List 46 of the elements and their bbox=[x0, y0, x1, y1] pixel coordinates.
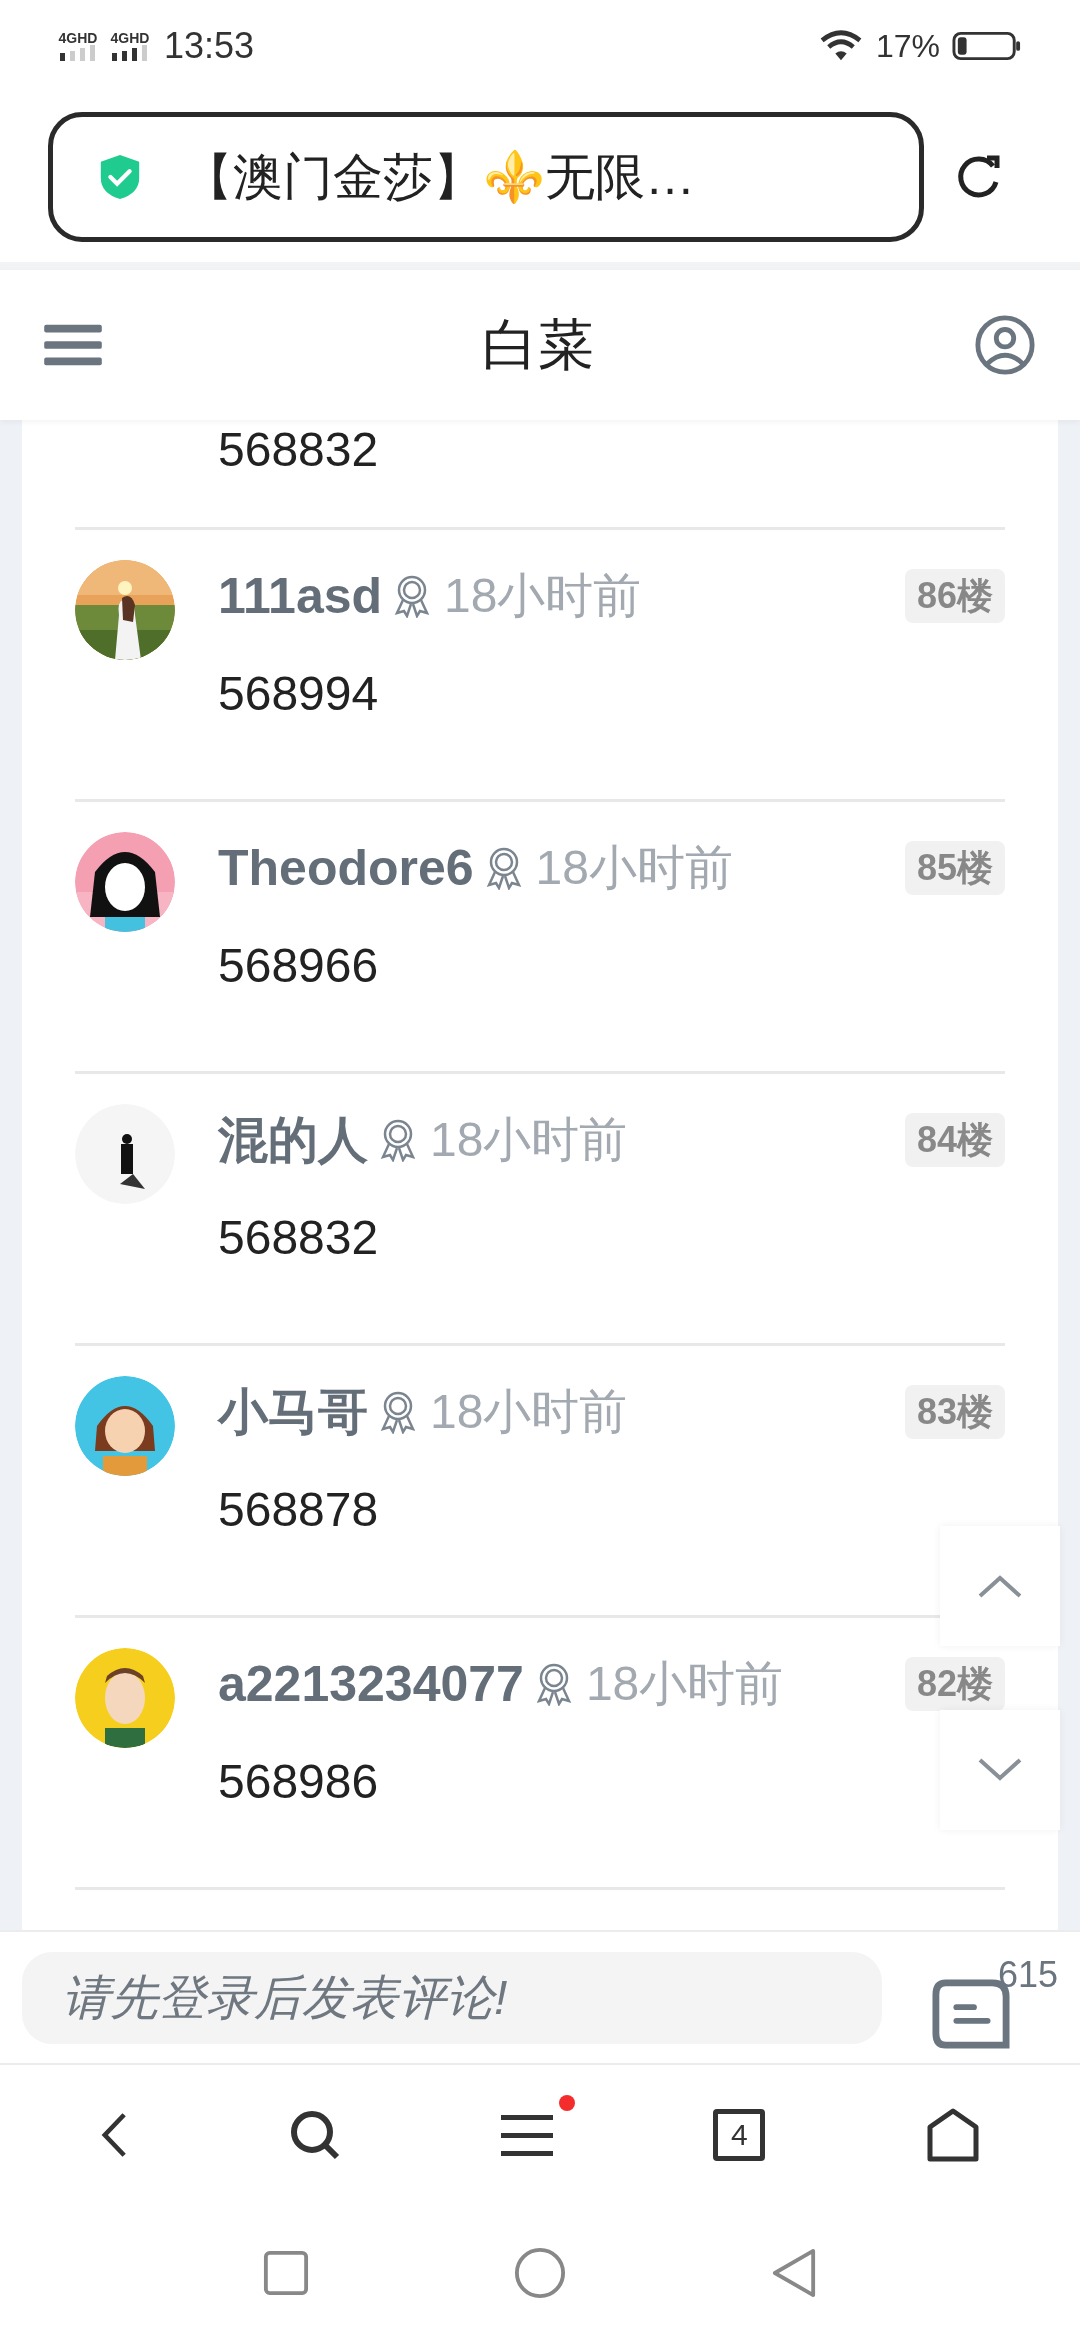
battery-percent: 17% bbox=[875, 27, 940, 66]
back-triangle-icon[interactable] bbox=[771, 2247, 818, 2298]
chevron-up-icon bbox=[978, 1574, 1022, 1598]
comment-input[interactable]: 请先登录后发表评论! bbox=[22, 1951, 882, 2044]
medal-icon bbox=[378, 1118, 418, 1162]
comment-time: 18小时前 bbox=[585, 1656, 784, 1712]
page-heading: 白菜 bbox=[482, 312, 594, 378]
tabs-button[interactable]: 4 bbox=[713, 2109, 766, 2161]
username[interactable]: 混的人 bbox=[218, 1102, 368, 1178]
floor-number: 86楼 bbox=[904, 569, 1005, 623]
comment-time: 18小时前 bbox=[430, 1112, 628, 1168]
comment-time: 18小时前 bbox=[430, 1384, 628, 1440]
username[interactable]: Theodore6 bbox=[218, 830, 474, 906]
page-title: 【澳门金莎】⚜无限… bbox=[183, 147, 695, 207]
signal-icon bbox=[110, 45, 150, 61]
search-icon[interactable] bbox=[288, 2109, 341, 2161]
username[interactable]: 小马哥 bbox=[218, 1374, 368, 1450]
comment-text: 568966 bbox=[218, 938, 379, 994]
floor-number: 83楼 bbox=[904, 1385, 1005, 1439]
comment-text: 568832 bbox=[218, 422, 380, 478]
username[interactable]: a2213234077 bbox=[218, 1646, 524, 1722]
comment-text: 568986 bbox=[218, 1754, 379, 1810]
home-circle-icon[interactable] bbox=[514, 2246, 566, 2299]
home-icon[interactable] bbox=[925, 2107, 980, 2163]
back-icon[interactable] bbox=[100, 2112, 129, 2158]
network-label: 4GHD bbox=[58, 31, 98, 45]
floor-number: 84楼 bbox=[904, 1113, 1005, 1167]
recents-icon[interactable] bbox=[262, 2249, 309, 2296]
comment-text: 568832 bbox=[218, 1210, 379, 1266]
comment-text: 568994 bbox=[218, 666, 379, 722]
user-icon[interactable] bbox=[974, 314, 1036, 376]
username[interactable]: 111asd bbox=[218, 558, 383, 634]
menu-icon[interactable] bbox=[500, 2113, 553, 2157]
clock: 13:53 bbox=[164, 24, 255, 68]
medal-icon bbox=[378, 1390, 418, 1434]
floor-number: 85楼 bbox=[904, 841, 1005, 895]
address-bar[interactable]: 【澳门金莎】⚜无限… bbox=[48, 112, 924, 242]
battery-icon bbox=[952, 31, 1022, 61]
signal-icon bbox=[58, 45, 98, 61]
comment-time: 18小时前 bbox=[535, 840, 733, 896]
floor-number: 82楼 bbox=[904, 1657, 1005, 1711]
network-label: 4GHD bbox=[110, 31, 150, 45]
comment-time: 18小时前 bbox=[444, 568, 642, 624]
chevron-down-icon bbox=[978, 1758, 1022, 1782]
comment-text: 568878 bbox=[218, 1482, 379, 1538]
comment-count: 615 bbox=[997, 1952, 1058, 1997]
